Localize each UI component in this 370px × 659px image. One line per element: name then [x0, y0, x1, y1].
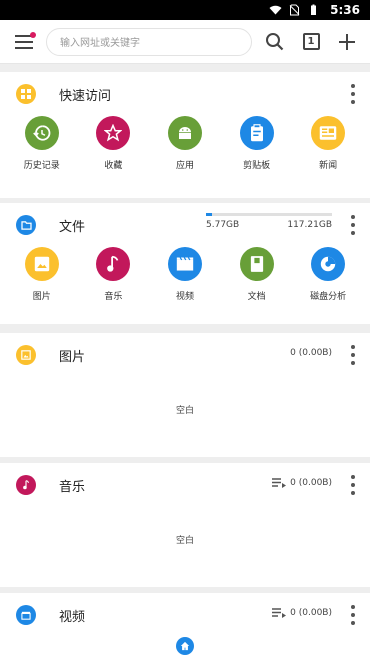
history-icon: [24, 116, 59, 150]
video-icon: [167, 247, 202, 281]
file-category-label: 文档: [247, 292, 266, 302]
quick-item-label: 新闻: [319, 161, 338, 171]
status-bar: 5:36: [0, 0, 370, 20]
quick-item-apps[interactable]: 应用: [155, 116, 215, 171]
storage-total: 117.21GB: [287, 220, 332, 230]
star-icon: [96, 116, 131, 150]
images-section-card: 图片 0 (0.00B) 空白: [0, 333, 370, 457]
images-section-header: 图片 0 (0.00B): [0, 333, 370, 377]
item-count: 0 (0.00B): [272, 478, 332, 488]
item-count: 0 (0.00B): [290, 348, 332, 358]
battery-icon: [311, 4, 317, 15]
clock: 5:36: [330, 3, 360, 17]
news-icon: [311, 116, 346, 150]
section-title: 图片: [59, 349, 86, 365]
search-input[interactable]: 输入网址或关键字: [46, 27, 252, 56]
android-icon: [167, 116, 202, 150]
more-options-icon[interactable]: [350, 84, 356, 104]
music-section-header: 音乐 0 (0.00B): [0, 463, 370, 507]
storage-bar: [206, 213, 332, 216]
menu-button[interactable]: [12, 30, 36, 54]
storage-bar-fill: [206, 213, 213, 216]
quick-item-history[interactable]: 历史记录: [12, 116, 72, 171]
more-options-icon[interactable]: [350, 475, 356, 495]
quick-item-favorites[interactable]: 收藏: [83, 116, 143, 171]
playlist-icon: [272, 478, 287, 488]
notification-dot: [30, 31, 36, 38]
file-category-documents[interactable]: 文档: [227, 247, 287, 302]
home-icon: [180, 641, 190, 651]
quick-item-clipboard[interactable]: 剪贴板: [227, 116, 287, 171]
file-category-label: 图片: [32, 292, 51, 302]
file-category-label: 音乐: [104, 292, 123, 302]
empty-state: 空白: [175, 406, 194, 416]
section-title: 快速访问: [59, 88, 112, 104]
file-category-video[interactable]: 视频: [155, 247, 215, 302]
item-count: 0 (0.00B): [272, 608, 332, 618]
quick-access-grid: 历史记录 收藏 应用 剪贴板 新闻: [0, 116, 370, 171]
quick-access-card: 快速访问 历史记录 收藏 应用 剪贴板 新闻: [0, 72, 370, 198]
item-count-text: 0 (0.00B): [290, 348, 332, 358]
image-icon: [24, 247, 59, 281]
file-category-disk-analysis[interactable]: 磁盘分析: [298, 247, 358, 302]
file-category-images[interactable]: 图片: [12, 247, 72, 302]
video-icon: [16, 605, 36, 625]
music-section-card: 音乐 0 (0.00B) 空白: [0, 463, 370, 587]
quick-item-label: 收藏: [104, 161, 123, 171]
quick-item-news[interactable]: 新闻: [298, 116, 358, 171]
more-options-icon[interactable]: [350, 345, 356, 365]
quick-item-label: 剪贴板: [243, 161, 271, 171]
music-icon: [96, 247, 131, 281]
file-category-label: 磁盘分析: [310, 292, 347, 302]
section-title: 文件: [59, 219, 86, 235]
grid-icon: [16, 84, 36, 104]
document-icon: [239, 247, 274, 281]
search-icon: [266, 32, 284, 50]
clipboard-icon: [239, 116, 274, 150]
music-icon: [16, 475, 36, 495]
playlist-icon: [272, 608, 287, 618]
image-icon: [16, 345, 36, 365]
home-button[interactable]: [176, 637, 194, 655]
file-category-grid: 图片 音乐 视频 文档 磁盘分析: [0, 247, 370, 302]
new-tab-button[interactable]: [336, 31, 358, 53]
item-count-text: 0 (0.00B): [290, 478, 332, 488]
empty-state: 空白: [175, 536, 194, 546]
storage-indicator[interactable]: 5.77GB 117.21GB: [206, 213, 332, 230]
more-options-icon[interactable]: [350, 605, 356, 625]
files-header: 文件 5.77GB 117.21GB: [0, 203, 370, 247]
video-section-header: 视频 0 (0.00B): [0, 593, 370, 637]
tabs-button[interactable]: 1: [300, 31, 322, 53]
section-title: 视频: [59, 609, 86, 625]
top-toolbar: 输入网址或关键字 1: [0, 20, 370, 64]
disk-analysis-icon: [311, 247, 346, 281]
wifi-icon: [269, 5, 282, 15]
files-card: 文件 5.77GB 117.21GB 图片 音乐 视频 文档 磁盘分析: [0, 203, 370, 324]
search-button[interactable]: [264, 31, 286, 53]
search-placeholder: 输入网址或关键字: [60, 38, 140, 49]
storage-used: 5.77GB: [206, 220, 240, 230]
quick-access-header: 快速访问: [0, 72, 370, 116]
section-title: 音乐: [59, 479, 86, 495]
item-count-text: 0 (0.00B): [290, 608, 332, 618]
no-sim-icon: [289, 4, 300, 16]
tab-count: 1: [302, 33, 320, 50]
file-category-label: 视频: [175, 292, 194, 302]
folder-icon: [16, 215, 36, 235]
quick-item-label: 历史记录: [23, 161, 60, 171]
file-category-music[interactable]: 音乐: [83, 247, 143, 302]
quick-item-label: 应用: [175, 161, 194, 171]
plus-icon: [339, 33, 355, 50]
more-options-icon[interactable]: [350, 215, 356, 235]
